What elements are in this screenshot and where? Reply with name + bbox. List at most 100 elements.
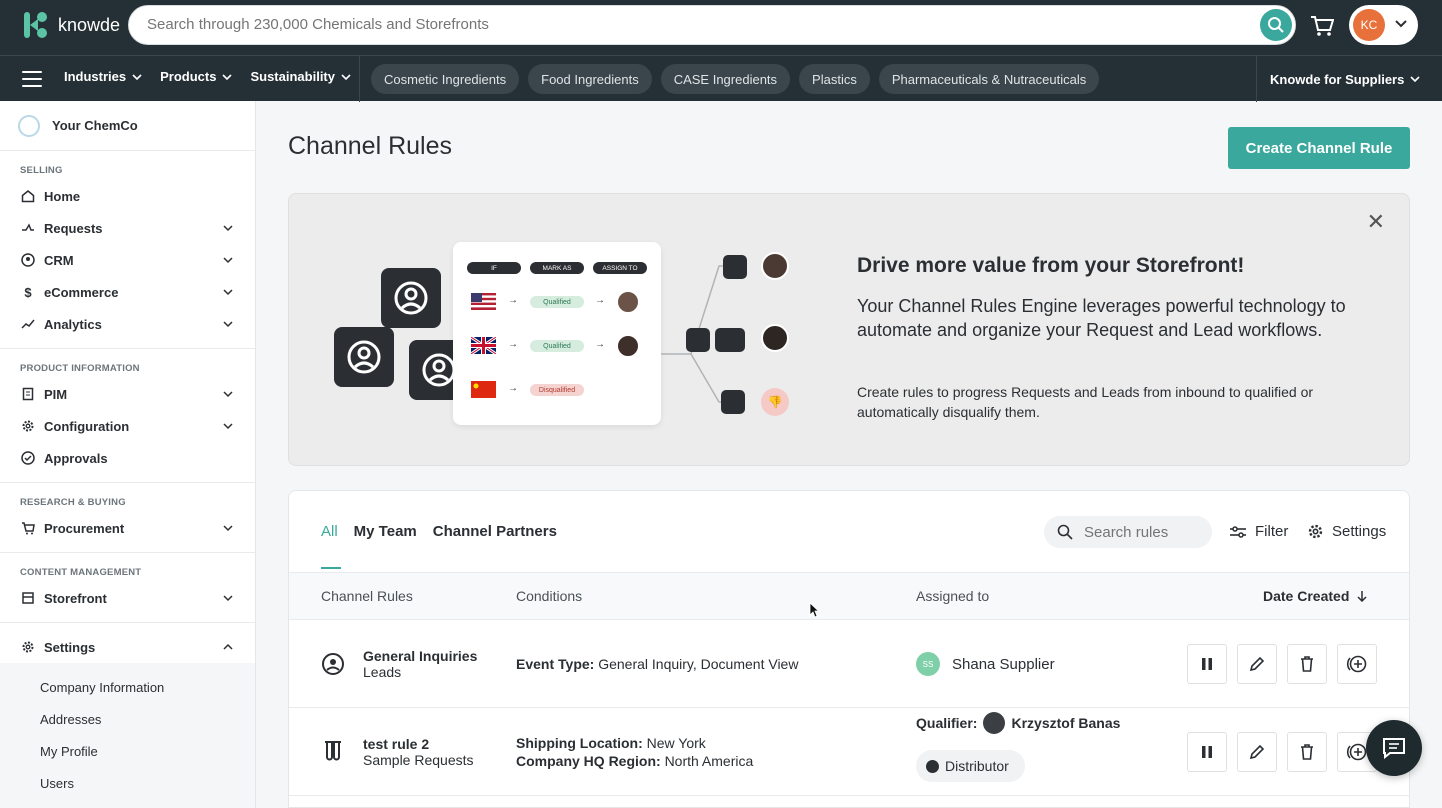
sidebar-item-settings[interactable]: Settings xyxy=(0,631,255,663)
sidebar-item-analytics[interactable]: Analytics xyxy=(0,308,255,340)
knowde-for-suppliers-menu[interactable]: Knowde for Suppliers xyxy=(1256,56,1442,102)
cart-icon[interactable] xyxy=(1308,12,1336,40)
table-row[interactable]: test rule 2 Sample Requests Shipping Loc… xyxy=(289,708,1409,796)
category-chips: Cosmetic Ingredients Food Ingredients CA… xyxy=(371,64,1100,94)
search-button[interactable] xyxy=(1260,9,1292,41)
sidebar-item-configuration[interactable]: Configuration xyxy=(0,410,255,442)
rule-card: IF MARK AS ASSIGN TO → Qualified → → Qua… xyxy=(453,242,661,425)
trash-icon xyxy=(1301,656,1313,672)
tab-channel-partners[interactable]: Channel Partners xyxy=(433,523,557,540)
tab-all[interactable]: All xyxy=(321,523,338,540)
create-channel-rule-button[interactable]: Create Channel Rule xyxy=(1228,127,1410,169)
pencil-icon xyxy=(1249,744,1265,760)
channel-rules-panel: All My Team Channel Partners Filter Sett… xyxy=(288,490,1410,808)
chevron-down-icon xyxy=(223,257,233,264)
column-header-assigned-to: Assigned to xyxy=(916,588,990,604)
account-menu[interactable]: KC xyxy=(1349,5,1418,45)
sidebar-sub-company-information[interactable]: Company Information xyxy=(0,671,255,703)
sidebar-sub-users[interactable]: Users xyxy=(0,767,255,799)
trash-icon xyxy=(1301,744,1313,760)
nav-industries[interactable]: Industries xyxy=(64,69,142,84)
logo-text: knowde xyxy=(58,14,121,35)
section-label: SELLING xyxy=(20,165,63,176)
rule-name: test rule 2 Sample Requests xyxy=(363,736,474,768)
gear-icon xyxy=(20,418,36,434)
chip-case-ingredients[interactable]: CASE Ingredients xyxy=(660,64,791,94)
sidebar-item-procurement[interactable]: Procurement xyxy=(0,512,255,544)
user-tile-icon xyxy=(381,268,441,328)
section-label: PRODUCT INFORMATION xyxy=(20,363,140,374)
tag-mark-as: MARK AS xyxy=(530,262,584,274)
filter-button[interactable]: Filter xyxy=(1229,523,1288,540)
rules-search-input[interactable] xyxy=(1084,524,1204,541)
qualified-pill: Qualified xyxy=(530,340,584,352)
chevron-down-icon xyxy=(223,423,233,430)
edit-button[interactable] xyxy=(1237,644,1277,684)
uk-flag-icon xyxy=(471,337,496,354)
chevron-down-icon xyxy=(223,391,233,398)
sidebar-sub-my-profile[interactable]: My Profile xyxy=(0,735,255,767)
add-circle-icon xyxy=(1346,655,1367,673)
chevron-down-icon xyxy=(223,595,233,602)
chip-cosmetic-ingredients[interactable]: Cosmetic Ingredients xyxy=(371,64,520,94)
company-switcher[interactable]: Your ChemCo xyxy=(0,101,255,151)
sidebar-sub-addresses[interactable]: Addresses xyxy=(0,703,255,735)
sidebar-item-approvals[interactable]: Approvals xyxy=(0,442,255,474)
chip-plastics[interactable]: Plastics xyxy=(799,64,870,94)
gear-icon xyxy=(1308,524,1323,539)
sidebar-item-requests[interactable]: Requests xyxy=(0,212,255,244)
knowde-logo[interactable]: knowde xyxy=(22,10,120,40)
rules-search[interactable] xyxy=(1044,516,1212,548)
row-actions xyxy=(1187,732,1377,772)
global-search[interactable] xyxy=(128,5,1296,45)
hamburger-menu-icon[interactable] xyxy=(22,71,42,87)
global-search-input[interactable] xyxy=(147,16,1227,33)
sidebar-item-storefront[interactable]: Storefront xyxy=(0,582,255,614)
add-rule-button[interactable] xyxy=(1337,644,1377,684)
sidebar-item-crm[interactable]: CRM xyxy=(0,244,255,276)
person-avatar xyxy=(761,324,789,352)
chevron-down-icon xyxy=(223,525,233,532)
close-icon[interactable]: ✕ xyxy=(1367,209,1385,235)
edit-button[interactable] xyxy=(1237,732,1277,772)
table-header: Channel Rules Conditions Assigned to Dat… xyxy=(289,572,1409,620)
column-header-conditions: Conditions xyxy=(516,588,583,604)
sidebar-item-pim[interactable]: PIM xyxy=(0,378,255,410)
row-actions xyxy=(1187,644,1377,684)
chevron-down-icon xyxy=(1395,20,1407,28)
column-header-channel-rules: Channel Rules xyxy=(321,588,413,604)
chip-pharmaceuticals[interactable]: Pharmaceuticals & Nutraceuticals xyxy=(878,64,1100,94)
nav-sustainability[interactable]: Sustainability xyxy=(250,69,351,84)
banner-text: Your Channel Rules Engine leverages powe… xyxy=(857,296,1346,340)
chevron-down-icon xyxy=(341,73,351,80)
chevron-down-icon xyxy=(132,73,142,80)
nav-products[interactable]: Products xyxy=(160,69,233,84)
trend-icon xyxy=(20,316,36,332)
promo-banner: ✕ IF MARK AS ASSIGN TO → Qualified → → Q… xyxy=(288,193,1410,466)
chevron-down-icon xyxy=(223,225,233,232)
china-flag-icon xyxy=(471,381,496,398)
sidebar-item-home[interactable]: Home xyxy=(0,180,255,212)
pause-button[interactable] xyxy=(1187,644,1227,684)
active-tab-indicator xyxy=(321,567,341,569)
pause-button[interactable] xyxy=(1187,732,1227,772)
chip-food-ingredients[interactable]: Food Ingredients xyxy=(528,64,652,94)
user-tile-icon xyxy=(715,328,745,352)
banner-subtext: Create rules to progress Requests and Le… xyxy=(857,384,1314,420)
settings-button[interactable]: Settings xyxy=(1307,523,1386,540)
column-header-date-created[interactable]: Date Created xyxy=(1263,588,1367,604)
delete-button[interactable] xyxy=(1287,732,1327,772)
delete-button[interactable] xyxy=(1287,644,1327,684)
sidebar-section-selling: SELLING Home Requests CRM $ eCommerce An… xyxy=(0,151,255,349)
chevron-down-icon xyxy=(222,73,233,80)
avatar: SS xyxy=(916,652,940,676)
cart-icon xyxy=(20,520,36,536)
arrow-down-icon xyxy=(1357,591,1367,602)
tab-my-team[interactable]: My Team xyxy=(354,523,417,540)
table-row[interactable]: General Inquiries Leads Event Type: Gene… xyxy=(289,620,1409,708)
rule-conditions: Shipping Location: New York Company HQ R… xyxy=(516,735,754,769)
chat-button[interactable] xyxy=(1366,720,1422,776)
sidebar-item-ecommerce[interactable]: $ eCommerce xyxy=(0,276,255,308)
pause-icon xyxy=(1202,746,1212,758)
sidebar: Your ChemCo SELLING Home Requests CRM $ … xyxy=(0,101,256,808)
